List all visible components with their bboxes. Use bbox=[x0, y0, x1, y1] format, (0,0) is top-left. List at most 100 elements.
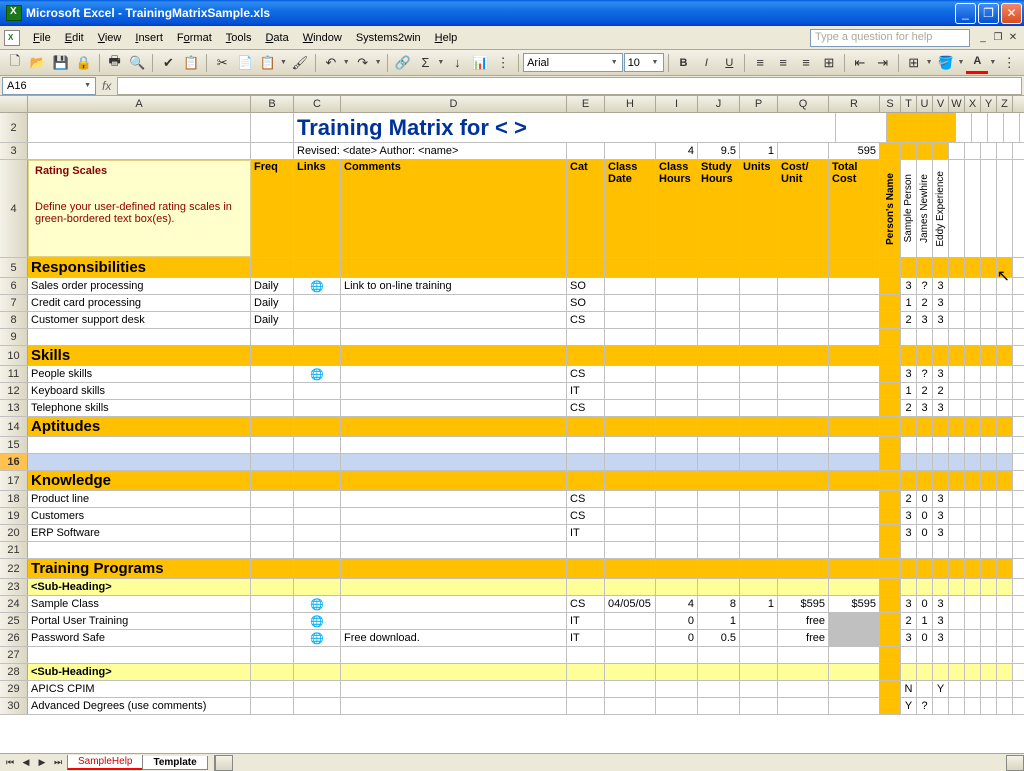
research-button[interactable]: 📋 bbox=[180, 52, 202, 74]
cell-C20[interactable] bbox=[294, 525, 341, 541]
cell[interactable] bbox=[1004, 113, 1020, 142]
cell-V9[interactable] bbox=[933, 329, 949, 345]
cell-Y30[interactable] bbox=[981, 698, 997, 714]
cell-Z14[interactable] bbox=[997, 417, 1013, 436]
cell-C26[interactable]: 🌐 bbox=[294, 630, 341, 646]
cell-J26[interactable]: 0.5 bbox=[698, 630, 740, 646]
col-A[interactable]: A bbox=[28, 96, 251, 112]
cell-V16[interactable] bbox=[933, 454, 949, 470]
cell-A12[interactable]: Keyboard skills bbox=[28, 383, 251, 399]
menu-window[interactable]: Window bbox=[296, 30, 349, 46]
cell-T7[interactable]: 1 bbox=[901, 295, 917, 311]
cell-W11[interactable] bbox=[949, 366, 965, 382]
cell-P19[interactable] bbox=[740, 508, 778, 524]
cell-T9[interactable] bbox=[901, 329, 917, 345]
cell-W28[interactable] bbox=[949, 664, 965, 680]
cell-H22[interactable] bbox=[605, 559, 656, 578]
cell-Z23[interactable] bbox=[997, 579, 1013, 595]
cell-Q20[interactable] bbox=[778, 525, 829, 541]
cell-C17[interactable] bbox=[294, 471, 341, 490]
cell-Y18[interactable] bbox=[981, 491, 997, 507]
tab-last[interactable]: ⏭ bbox=[50, 755, 66, 771]
row-header-29[interactable]: 29 bbox=[0, 681, 28, 697]
cell-A9[interactable] bbox=[28, 329, 251, 345]
new-button[interactable]: 🗋 bbox=[4, 52, 26, 74]
link-icon[interactable]: 🌐 bbox=[310, 632, 324, 645]
cell-S28[interactable] bbox=[880, 664, 901, 680]
cell-H16[interactable] bbox=[605, 454, 656, 470]
link-icon[interactable]: 🌐 bbox=[310, 615, 324, 628]
cell-S9[interactable] bbox=[880, 329, 901, 345]
cell-X20[interactable] bbox=[965, 525, 981, 541]
cell-Y27[interactable] bbox=[981, 647, 997, 663]
cell-C10[interactable] bbox=[294, 346, 341, 365]
cell-Z11[interactable] bbox=[997, 366, 1013, 382]
cell-J6[interactable] bbox=[698, 278, 740, 294]
cell-V30[interactable] bbox=[933, 698, 949, 714]
cell-R13[interactable] bbox=[829, 400, 880, 416]
cell-D23[interactable] bbox=[341, 579, 567, 595]
cell-U8[interactable]: 3 bbox=[917, 312, 933, 328]
mdi-restore[interactable]: ❐ bbox=[991, 31, 1005, 45]
hdr-classdate[interactable]: Class Date bbox=[605, 160, 656, 257]
align-center-button[interactable]: ≡ bbox=[772, 52, 794, 74]
cell-C25[interactable]: 🌐 bbox=[294, 613, 341, 629]
cell-Q15[interactable] bbox=[778, 437, 829, 453]
cell-D28[interactable] bbox=[341, 664, 567, 680]
col-R[interactable]: R bbox=[829, 96, 880, 112]
cell-E7[interactable]: SO bbox=[567, 295, 605, 311]
col-X[interactable]: X bbox=[965, 96, 981, 112]
cell-T24[interactable]: 3 bbox=[901, 596, 917, 612]
font-combo[interactable]: Arial▼ bbox=[523, 53, 623, 72]
cell-W5[interactable] bbox=[949, 258, 965, 277]
cell-I15[interactable] bbox=[656, 437, 698, 453]
cell-C16[interactable] bbox=[294, 454, 341, 470]
cell-J7[interactable] bbox=[698, 295, 740, 311]
cell-V21[interactable] bbox=[933, 542, 949, 558]
hdr-units[interactable]: Units bbox=[740, 160, 778, 257]
row-header-12[interactable]: 12 bbox=[0, 383, 28, 399]
cell-V23[interactable] bbox=[933, 579, 949, 595]
cell-Q13[interactable] bbox=[778, 400, 829, 416]
cell-W23[interactable] bbox=[949, 579, 965, 595]
cell-D20[interactable] bbox=[341, 525, 567, 541]
link-icon[interactable]: 🌐 bbox=[310, 280, 324, 293]
cell-E13[interactable]: CS bbox=[567, 400, 605, 416]
cell-Q11[interactable] bbox=[778, 366, 829, 382]
cell-R7[interactable] bbox=[829, 295, 880, 311]
cell-W26[interactable] bbox=[949, 630, 965, 646]
cell-A16[interactable] bbox=[28, 454, 251, 470]
cell-S6[interactable] bbox=[880, 278, 901, 294]
row-header-17[interactable]: 17 bbox=[0, 471, 28, 490]
cell-S18[interactable] bbox=[880, 491, 901, 507]
row-header-5[interactable]: 5 bbox=[0, 258, 28, 277]
cell-B29[interactable] bbox=[251, 681, 294, 697]
cell-E21[interactable] bbox=[567, 542, 605, 558]
col-Y[interactable]: Y bbox=[981, 96, 997, 112]
sort-button[interactable]: ↓ bbox=[446, 52, 468, 74]
cell-Q22[interactable] bbox=[778, 559, 829, 578]
fill-color-button[interactable]: 🪣 bbox=[935, 52, 957, 74]
cell-Y7[interactable] bbox=[981, 295, 997, 311]
select-all-corner[interactable] bbox=[0, 96, 28, 112]
cell-A15[interactable] bbox=[28, 437, 251, 453]
cell-Y26[interactable] bbox=[981, 630, 997, 646]
cell-Y15[interactable] bbox=[981, 437, 997, 453]
cell-J12[interactable] bbox=[698, 383, 740, 399]
col-P[interactable]: P bbox=[740, 96, 778, 112]
cell-P17[interactable] bbox=[740, 471, 778, 490]
autosum-button[interactable]: Σ bbox=[415, 52, 437, 74]
cell-J8[interactable] bbox=[698, 312, 740, 328]
cell-S30[interactable] bbox=[880, 698, 901, 714]
menu-insert[interactable]: Insert bbox=[128, 30, 170, 46]
minimize-button[interactable]: _ bbox=[955, 3, 976, 24]
cell-P5[interactable] bbox=[740, 258, 778, 277]
cell-E29[interactable] bbox=[567, 681, 605, 697]
cell-D13[interactable] bbox=[341, 400, 567, 416]
cell-U13[interactable]: 3 bbox=[917, 400, 933, 416]
cell-Q29[interactable] bbox=[778, 681, 829, 697]
cell-I30[interactable] bbox=[656, 698, 698, 714]
cell[interactable] bbox=[251, 113, 294, 142]
cell-S26[interactable] bbox=[880, 630, 901, 646]
cell-T12[interactable]: 1 bbox=[901, 383, 917, 399]
